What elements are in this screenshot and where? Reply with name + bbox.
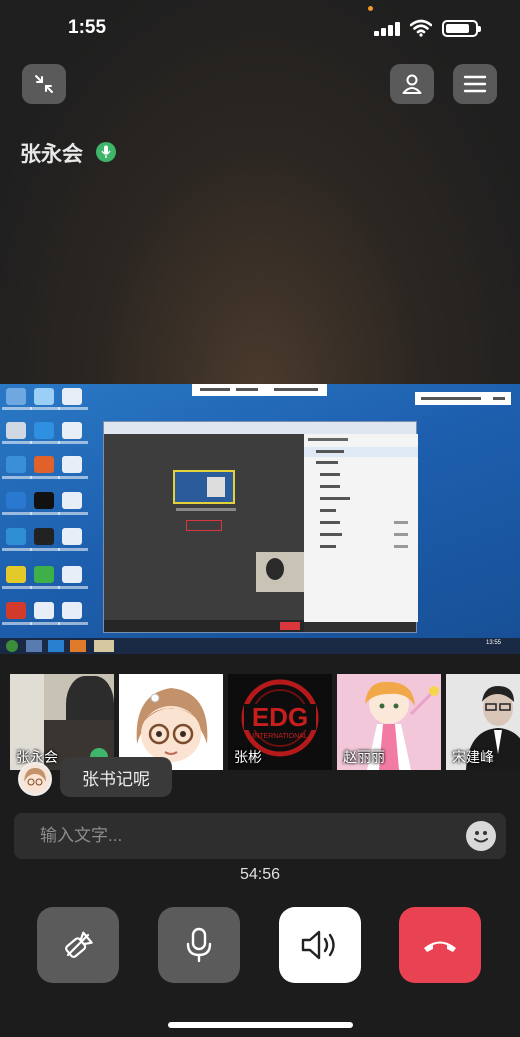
- participant-tile[interactable]: 赵丽丽: [337, 674, 441, 770]
- chat-sender-avatar: [18, 762, 52, 796]
- meeting-window: [103, 421, 418, 633]
- speaker-icon: [301, 930, 335, 960]
- smiley-face-icon: [474, 831, 488, 843]
- emoji-button[interactable]: [466, 821, 496, 851]
- windows-taskbar: 13:55: [0, 638, 520, 654]
- status-bar: 1:55: [0, 0, 520, 56]
- collapse-arrows-icon: [35, 75, 53, 93]
- hamburger-menu-icon: [463, 75, 487, 93]
- speaker-video-area: [0, 0, 520, 390]
- participant-tile[interactable]: EDG INTERNATIONAL 张彬: [228, 674, 332, 770]
- svg-text:INTERNATIONAL: INTERNATIONAL: [252, 733, 308, 740]
- meeting-window-stage: [104, 434, 304, 622]
- microphone-icon: [96, 142, 116, 162]
- camera-off-icon: [65, 931, 93, 958]
- cellular-signal-icon: [374, 22, 402, 36]
- remote-control-panel: [415, 392, 511, 405]
- battery-icon: [442, 20, 481, 37]
- chat-input-bar: [14, 813, 506, 859]
- participant-name: 宋建峰: [452, 749, 494, 765]
- shared-screen-view[interactable]: 13:55: [0, 384, 520, 654]
- participant-name: 赵丽丽: [343, 749, 385, 765]
- participant-name: 张彬: [234, 749, 262, 765]
- participant-tile[interactable]: 张永会: [10, 674, 114, 770]
- exit-fullscreen-button[interactable]: [22, 64, 66, 104]
- home-indicator: [168, 1022, 353, 1028]
- menu-button[interactable]: [453, 64, 497, 104]
- meeting-window-titlebar: [104, 422, 416, 434]
- chat-text-input[interactable]: [14, 813, 444, 859]
- participant-tile[interactable]: [119, 674, 223, 770]
- participant-tile[interactable]: 宋建峰: [446, 674, 520, 770]
- wifi-icon: [410, 19, 432, 37]
- battery-level-fill: [446, 24, 469, 33]
- person-icon: [402, 74, 422, 94]
- camera-toggle-button[interactable]: [37, 907, 119, 983]
- hang-up-phone-icon: [424, 941, 456, 952]
- participant-strip[interactable]: 张永会 EDG INTERNATIONAL 张彬 赵丽丽 宋建峰: [10, 674, 520, 770]
- svg-text:EDG: EDG: [252, 702, 308, 732]
- active-speaker-name: 张永会: [20, 143, 83, 166]
- chat-message-bubble: 张书记呢: [60, 757, 172, 797]
- mic-in-use-indicator: [368, 6, 373, 11]
- hang-up-button[interactable]: [399, 907, 481, 983]
- call-duration: 54:56: [239, 866, 281, 883]
- taskbar-clock: 13:55: [486, 640, 502, 646]
- status-time: 1:55: [68, 17, 107, 38]
- sharing-notice-bar: [192, 384, 327, 396]
- microphone-button[interactable]: [158, 907, 240, 983]
- participants-button[interactable]: [390, 64, 434, 104]
- cartoon-avatar: [136, 688, 208, 762]
- meeting-participant-list: [304, 434, 418, 622]
- speaker-button[interactable]: [279, 907, 361, 983]
- meeting-window-toolbar: [104, 620, 304, 632]
- microphone-icon: [186, 927, 212, 963]
